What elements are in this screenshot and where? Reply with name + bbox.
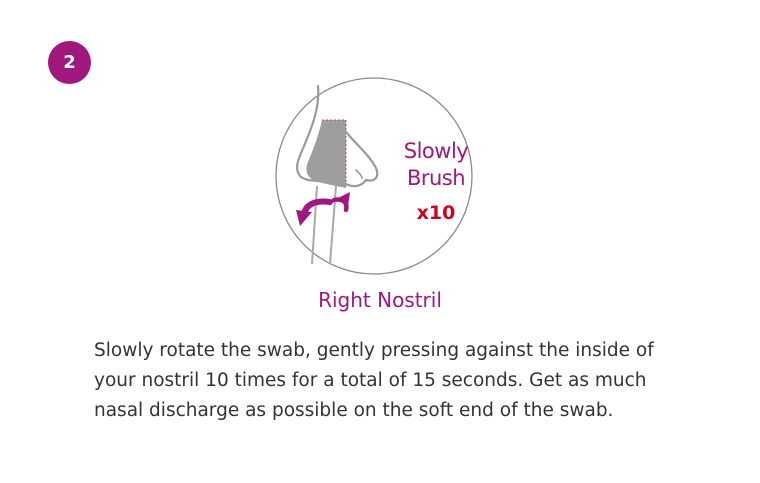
- nostril-caption: Right Nostril: [318, 288, 442, 312]
- instruction-text: Slowly rotate the swab, gently pressing …: [94, 340, 654, 421]
- step-number: 2: [63, 52, 76, 73]
- nasal-swab-illustration: Slowly Brush x10: [270, 72, 480, 282]
- step-number-badge: 2: [48, 41, 91, 84]
- brush-line-1: Slowly: [403, 139, 469, 163]
- brush-label: Slowly Brush: [396, 138, 476, 192]
- brush-line-2: Brush: [406, 166, 466, 190]
- brush-count: x10: [416, 202, 456, 224]
